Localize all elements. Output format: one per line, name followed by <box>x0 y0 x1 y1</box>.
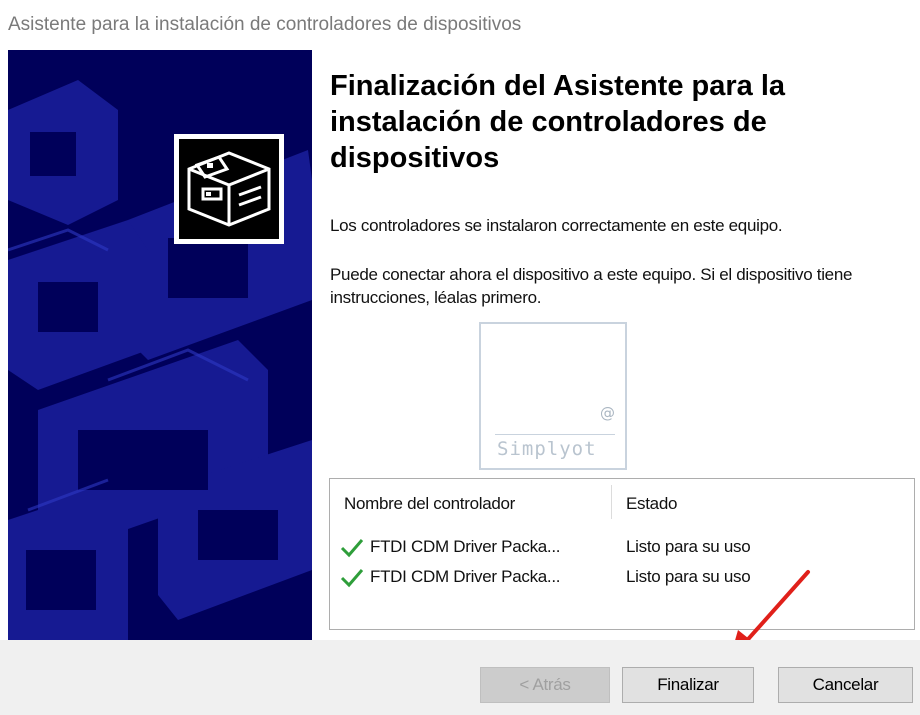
window-titlebar: Asistente para la instalación de control… <box>0 0 920 50</box>
check-icon <box>340 539 364 558</box>
watermark-text: Simplyot <box>497 438 597 460</box>
cancel-button[interactable]: Cancelar <box>778 667 913 703</box>
column-separator[interactable] <box>611 485 612 519</box>
wizard-footer: < Atrás Finalizar Cancelar <box>0 640 920 715</box>
page-title: Finalización del Asistente para la insta… <box>330 70 786 174</box>
watermark-logo: @ Simplyot <box>479 322 627 470</box>
driver-name: FTDI CDM Driver Packa... <box>370 537 561 556</box>
column-header-status[interactable]: Estado <box>626 494 677 514</box>
wizard-banner <box>8 50 312 640</box>
list-header: Nombre del controlador Estado <box>330 479 914 525</box>
list-item[interactable]: FTDI CDM Driver Packa... Listo para su u… <box>330 565 914 593</box>
instructions-message: Puede conectar ahora el dispositivo a es… <box>330 265 853 307</box>
success-message: Los controladores se instalaron correcta… <box>330 216 783 235</box>
watermark-symbol: @ <box>600 404 615 422</box>
driver-box-icon <box>174 134 284 244</box>
driver-status: Listo para su uso <box>626 537 751 556</box>
driver-name: FTDI CDM Driver Packa... <box>370 567 561 586</box>
check-icon <box>340 569 364 588</box>
finish-button[interactable]: Finalizar <box>622 667 754 703</box>
back-button[interactable]: < Atrás <box>480 667 610 703</box>
wizard-content: Finalización del Asistente para la insta… <box>312 50 920 640</box>
list-item[interactable]: FTDI CDM Driver Packa... Listo para su u… <box>330 535 914 563</box>
driver-list[interactable]: Nombre del controlador Estado FTDI CDM D… <box>329 478 915 630</box>
window-title: Asistente para la instalación de control… <box>8 14 522 35</box>
column-header-name[interactable]: Nombre del controlador <box>344 494 515 514</box>
